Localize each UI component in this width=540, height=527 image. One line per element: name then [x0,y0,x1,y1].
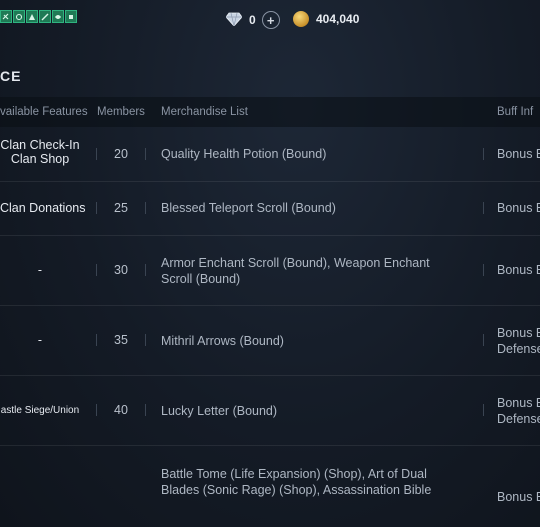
buff-icon[interactable] [13,10,25,23]
row-members: 20 [114,147,128,161]
row-merchandise: Quality Health Potion (Bound) [161,147,327,161]
column-divider [483,264,484,276]
column-divider [145,148,146,160]
section-title: CE [0,68,22,84]
column-header-features: vailable Features [0,106,88,118]
diamond-currency: 0 + [225,11,280,29]
table-row[interactable]: - 35 Mithril Arrows (Bound) Bonus E Defe… [0,305,540,376]
row-buff-info: Bonus E Defense [497,396,540,426]
buff-icon[interactable] [52,10,64,23]
column-header-members: Members [97,106,145,118]
row-members: 30 [114,263,128,277]
buff-icon[interactable] [65,10,77,23]
add-diamond-button[interactable]: + [261,11,280,29]
column-divider [96,202,97,214]
column-header-merchandise: Merchandise List [161,106,248,118]
gold-coin-icon [293,11,309,27]
table-row[interactable]: Battle Tome (Life Expansion) (Shop), Art… [0,445,540,527]
column-header-buff-info: Buff Inf [497,106,534,118]
active-buff-icons [0,10,77,23]
diamond-count: 0 [249,13,256,27]
top-bar: 0 + 404,040 [0,0,540,44]
row-merchandise: Blessed Teleport Scroll (Bound) [161,201,336,215]
column-divider [145,202,146,214]
buff-icon[interactable] [0,10,12,23]
row-merchandise: Armor Enchant Scroll (Bound), Weapon Enc… [161,256,430,286]
row-buff-info: Bonus E [497,201,540,215]
row-merchandise: Lucky Letter (Bound) [161,404,278,418]
column-divider [96,334,97,346]
column-divider [96,264,97,276]
table-header: vailable Features Members Merchandise Li… [0,97,540,127]
column-divider [483,148,484,160]
column-divider [483,202,484,214]
row-feature: astle Siege/Union [0,405,80,416]
buff-icon[interactable] [26,10,38,23]
table-row[interactable]: - 30 Armor Enchant Scroll (Bound), Weapo… [0,235,540,306]
column-divider [483,404,484,416]
table-row[interactable]: astle Siege/Union 40 Lucky Letter (Bound… [0,375,540,446]
row-buff-info: Bonus E [497,490,540,504]
buff-icon[interactable] [39,10,51,23]
column-divider [483,334,484,346]
column-divider [145,264,146,276]
row-merchandise: Battle Tome (Life Expansion) (Shop), Art… [161,467,432,497]
row-buff-info: Bonus E [497,263,540,277]
row-feature: Clan Donations [0,201,86,215]
column-divider [145,334,146,346]
column-divider [96,404,97,416]
row-feature: Clan Check-In Clan Shop [0,138,80,166]
row-feature: - [37,333,43,347]
diamond-icon [225,12,243,29]
row-buff-info: Bonus E [497,147,540,161]
table-row[interactable]: Clan Donations 25 Blessed Teleport Scrol… [0,181,540,236]
row-feature: - [37,263,43,277]
gold-currency: 404,040 [293,11,359,27]
row-merchandise: Mithril Arrows (Bound) [161,334,284,348]
row-members: 40 [114,403,128,417]
row-members: 35 [114,333,128,347]
row-members: 25 [114,201,128,215]
row-buff-info: Bonus E Defense [497,326,540,356]
gold-count: 404,040 [316,12,360,26]
table-row[interactable]: Clan Check-In Clan Shop 20 Quality Healt… [0,127,540,182]
column-divider [96,148,97,160]
column-divider [145,404,146,416]
